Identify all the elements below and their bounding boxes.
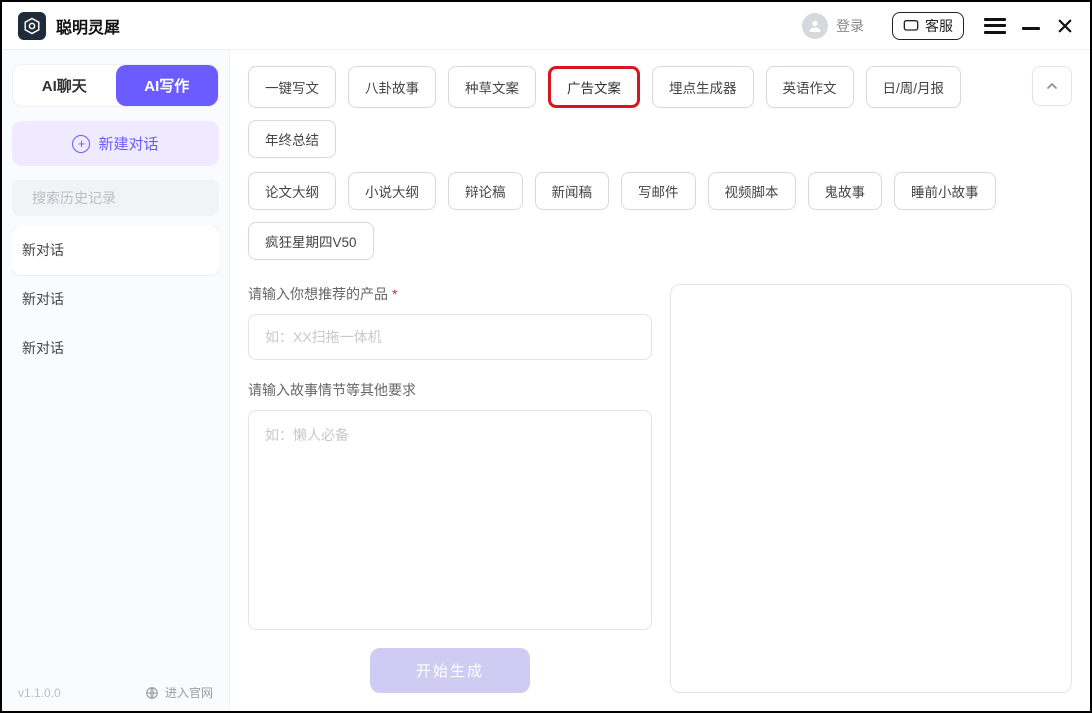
form-column: 请输入你想推荐的产品* 请输入故事情节等其他要求 开始生成	[248, 284, 652, 693]
template-chip[interactable]: 年终总结	[248, 120, 336, 158]
template-chips: 一键写文八卦故事种草文案广告文案埋点生成器英语作文日/周/月报年终总结 论文大纲…	[248, 66, 1018, 260]
history-item[interactable]: 新对话	[12, 275, 219, 324]
tab-ai-chat[interactable]: AI聊天	[13, 65, 116, 106]
template-chip[interactable]: 八卦故事	[348, 66, 436, 108]
product-label: 请输入你想推荐的产品*	[248, 284, 652, 304]
chevron-up-icon	[1044, 78, 1060, 94]
new-conversation-button[interactable]: + 新建对话	[12, 121, 219, 166]
template-chip[interactable]: 写邮件	[621, 172, 696, 210]
template-chip[interactable]: 英语作文	[766, 66, 854, 108]
other-label: 请输入故事情节等其他要求	[248, 380, 652, 400]
other-textarea[interactable]	[248, 410, 652, 630]
plus-icon: +	[72, 135, 90, 153]
history-item[interactable]: 新对话	[12, 226, 219, 275]
menu-icon[interactable]	[984, 18, 1006, 34]
template-chip[interactable]: 新闻稿	[535, 172, 610, 210]
template-chip[interactable]: 视频脚本	[708, 172, 796, 210]
history-item[interactable]: 新对话	[12, 324, 219, 373]
sidebar-mode-tabs: AI聊天 AI写作	[12, 64, 219, 107]
sidebar: AI聊天 AI写作 + 新建对话 新对话 新对话 新对话 v1.1.0.0 进入…	[2, 50, 230, 711]
output-panel	[670, 284, 1072, 693]
collapse-templates-button[interactable]	[1032, 66, 1072, 106]
template-chip[interactable]: 一键写文	[248, 66, 336, 108]
official-site-link[interactable]: 进入官网	[145, 684, 213, 701]
search-box[interactable]	[12, 180, 219, 216]
app-name: 聪明灵犀	[56, 14, 120, 38]
tab-ai-write[interactable]: AI写作	[116, 65, 219, 106]
support-button[interactable]: 客服	[892, 12, 964, 40]
search-input[interactable]	[32, 190, 213, 206]
template-chip[interactable]: 睡前小故事	[894, 172, 996, 210]
product-input[interactable]	[265, 329, 635, 345]
official-site-label: 进入官网	[165, 684, 213, 701]
close-button[interactable]	[1056, 17, 1074, 35]
template-chip[interactable]: 小说大纲	[348, 172, 436, 210]
template-chip[interactable]: 埋点生成器	[652, 66, 754, 108]
minimize-button[interactable]	[1022, 21, 1040, 30]
support-icon	[903, 19, 919, 33]
new-conversation-label: 新建对话	[98, 133, 158, 154]
template-chip[interactable]: 辩论稿	[448, 172, 523, 210]
template-chip[interactable]: 鬼故事	[808, 172, 883, 210]
support-label: 客服	[925, 16, 953, 36]
product-input-wrap	[248, 314, 652, 360]
template-chip[interactable]: 论文大纲	[248, 172, 336, 210]
login-link[interactable]: 登录	[836, 16, 864, 36]
globe-icon	[145, 686, 159, 700]
history-list: 新对话 新对话 新对话	[12, 226, 219, 678]
avatar-icon[interactable]	[802, 13, 828, 39]
template-chip[interactable]: 疯狂星期四V50	[248, 222, 374, 260]
generate-button[interactable]: 开始生成	[370, 648, 530, 693]
app-logo	[18, 12, 46, 40]
main-panel: 一键写文八卦故事种草文案广告文案埋点生成器英语作文日/周/月报年终总结 论文大纲…	[230, 50, 1090, 711]
template-chip[interactable]: 种草文案	[448, 66, 536, 108]
template-chip[interactable]: 日/周/月报	[866, 66, 962, 108]
titlebar: 聪明灵犀 登录 客服	[2, 2, 1090, 50]
template-chip[interactable]: 广告文案	[548, 66, 640, 108]
version-label: v1.1.0.0	[18, 686, 61, 700]
